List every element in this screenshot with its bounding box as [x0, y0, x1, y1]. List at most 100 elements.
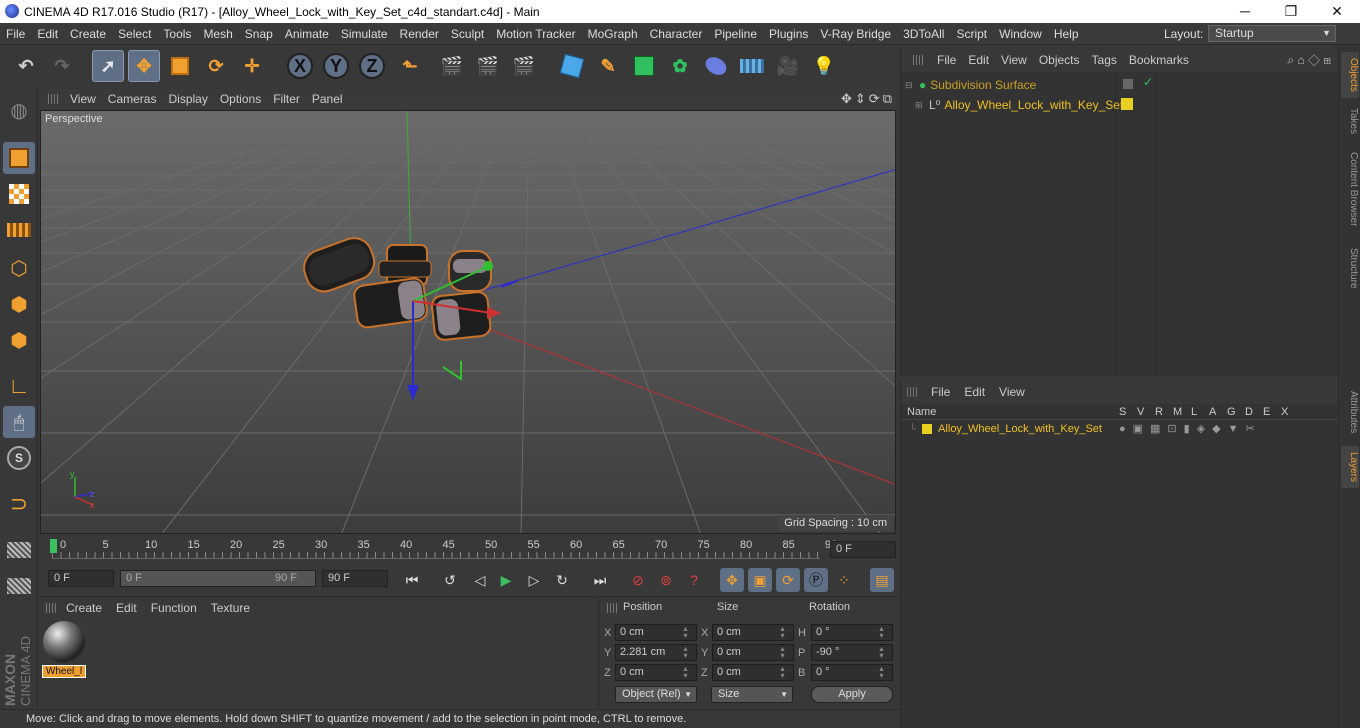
- floor-icon[interactable]: [736, 50, 768, 82]
- objects-menu-bookmarks[interactable]: Bookmarks: [1129, 53, 1189, 67]
- position-y-field[interactable]: 2.281 cm: [615, 644, 697, 661]
- visibility-dots-icon[interactable]: [1123, 79, 1133, 89]
- material-swatch[interactable]: Wheel_l: [42, 621, 86, 679]
- tab-attributes[interactable]: Attributes: [1341, 384, 1359, 440]
- cube-primitive-icon[interactable]: [556, 50, 588, 82]
- column-render[interactable]: R: [1155, 406, 1163, 418]
- menu-motion-tracker[interactable]: Motion Tracker: [490, 27, 581, 41]
- pen-spline-icon[interactable]: ✎: [592, 50, 624, 82]
- tab-takes[interactable]: Takes: [1341, 104, 1359, 138]
- size-z-field[interactable]: 0 cm: [712, 664, 794, 681]
- apply-button[interactable]: Apply: [811, 686, 893, 703]
- layers-menu-view[interactable]: View: [999, 385, 1025, 399]
- snap-magnet-icon[interactable]: ⊃: [3, 488, 35, 520]
- go-to-start-icon[interactable]: ⏮: [400, 568, 424, 592]
- layers-menu-edit[interactable]: Edit: [964, 385, 985, 399]
- perspective-viewport[interactable]: Perspective y z x Grid Spacing : 10 cm: [40, 110, 896, 534]
- play-forward-icon[interactable]: ▶: [494, 568, 518, 592]
- material-menu-edit[interactable]: Edit: [116, 601, 137, 615]
- layers-menu-file[interactable]: File: [931, 385, 950, 399]
- column-solo[interactable]: S: [1119, 406, 1126, 418]
- object-row-subdivision-surface[interactable]: ⊟ ● Subdivision Surface: [905, 76, 1036, 94]
- x-axis-lock-button[interactable]: X: [284, 50, 316, 82]
- start-frame-field[interactable]: 0 F: [48, 570, 114, 587]
- column-animation[interactable]: A: [1209, 406, 1216, 418]
- minimize-button[interactable]: ─: [1222, 0, 1268, 23]
- material-menu-create[interactable]: Create: [66, 601, 102, 615]
- search-icon[interactable]: ⌕ ⌂ ◇ ⊞: [1287, 53, 1331, 68]
- objects-menu-tags[interactable]: Tags: [1092, 53, 1117, 67]
- menu-tools[interactable]: Tools: [157, 27, 197, 41]
- layer-color-tag[interactable]: [1121, 98, 1133, 110]
- y-axis-lock-button[interactable]: Y: [320, 50, 352, 82]
- menu-snap[interactable]: Snap: [239, 27, 279, 41]
- menu-sculpt[interactable]: Sculpt: [445, 27, 490, 41]
- coordinate-mode-dropdown[interactable]: Object (Rel) ▼: [615, 686, 697, 703]
- timeline-ruler[interactable]: 051015202530354045505560657075808590 0 F: [40, 535, 898, 563]
- cloner-icon[interactable]: ✿: [664, 50, 696, 82]
- objects-menu-file[interactable]: File: [937, 53, 956, 67]
- layer-flag-icons[interactable]: ●▣▦⊡▮◈◆▼✂: [1119, 422, 1262, 435]
- rotation-p-field[interactable]: -90 °: [811, 644, 893, 661]
- light-icon[interactable]: 💡: [808, 50, 840, 82]
- viewport-pan-icon[interactable]: ✥: [841, 91, 852, 107]
- menu-3dtoall[interactable]: 3DToAll: [897, 27, 950, 41]
- record-point-level-icon[interactable]: ⁘: [832, 568, 856, 592]
- enabled-check-icon[interactable]: ✓: [1143, 75, 1153, 89]
- column-name[interactable]: Name: [907, 406, 936, 418]
- rotate-tool-icon[interactable]: ⟳: [200, 50, 232, 82]
- size-x-field[interactable]: 0 cm: [712, 624, 794, 641]
- tab-structure[interactable]: Structure: [1341, 242, 1359, 294]
- menu-window[interactable]: Window: [993, 27, 1048, 41]
- viewport-menu-panel[interactable]: Panel: [312, 92, 343, 106]
- menu-edit[interactable]: Edit: [31, 27, 64, 41]
- scale-tool-icon[interactable]: [164, 50, 196, 82]
- current-frame-field[interactable]: 0 F: [830, 541, 896, 558]
- size-y-field[interactable]: 0 cm: [712, 644, 794, 661]
- render-picture-viewer-icon[interactable]: 🎬: [472, 50, 504, 82]
- timeline-playhead[interactable]: [50, 539, 57, 553]
- timeline-window-icon[interactable]: ▤: [870, 568, 894, 592]
- record-scale-icon[interactable]: ▣: [748, 568, 772, 592]
- object-row-alloy-wheel-lock[interactable]: ⊞ L⁰ Alloy_Wheel_Lock_with_Key_Set: [915, 96, 1123, 114]
- previous-key-icon[interactable]: ↺: [438, 568, 462, 592]
- column-locked[interactable]: L: [1191, 406, 1197, 418]
- record-position-icon[interactable]: ✥: [720, 568, 744, 592]
- menu-plugins[interactable]: Plugins: [763, 27, 814, 41]
- viewport-dolly-icon[interactable]: ⇕: [855, 91, 866, 107]
- column-deformers[interactable]: D: [1245, 406, 1253, 418]
- tab-layers[interactable]: Layers: [1341, 446, 1359, 488]
- menu-render[interactable]: Render: [394, 27, 445, 41]
- menu-mesh[interactable]: Mesh: [197, 27, 238, 41]
- z-axis-lock-button[interactable]: Z: [356, 50, 388, 82]
- menu-select[interactable]: Select: [112, 27, 157, 41]
- layer-color-swatch[interactable]: [922, 424, 933, 434]
- subdivision-surface-icon[interactable]: [628, 50, 660, 82]
- material-menu-texture[interactable]: Texture: [211, 601, 250, 615]
- transform-tool-icon[interactable]: ✛: [236, 50, 268, 82]
- record-parameter-icon[interactable]: Ⓟ: [804, 568, 828, 592]
- menu-help[interactable]: Help: [1048, 27, 1085, 41]
- objects-menu-objects[interactable]: Objects: [1039, 53, 1080, 67]
- objects-menu-edit[interactable]: Edit: [968, 53, 989, 67]
- make-editable-icon[interactable]: ◍: [3, 94, 35, 126]
- menu-animate[interactable]: Animate: [279, 27, 335, 41]
- position-z-field[interactable]: 0 cm: [615, 664, 697, 681]
- menu-create[interactable]: Create: [64, 27, 112, 41]
- column-manager[interactable]: M: [1173, 406, 1182, 418]
- next-key-icon[interactable]: ↻: [550, 568, 574, 592]
- axis-mode-icon[interactable]: ∟: [3, 370, 35, 402]
- viewport-orbit-icon[interactable]: ⟳: [869, 91, 880, 107]
- tab-content-browser[interactable]: Content Browser: [1341, 146, 1359, 232]
- collapse-icon[interactable]: ⊟: [905, 80, 915, 91]
- polygons-mode-icon[interactable]: ⬢: [3, 324, 35, 356]
- previous-frame-icon[interactable]: ◁: [468, 568, 492, 592]
- keyframe-selection-icon[interactable]: ?: [682, 568, 706, 592]
- go-to-end-icon[interactable]: ⏭: [588, 568, 612, 592]
- move-tool-icon[interactable]: ✥: [128, 50, 160, 82]
- redo-icon[interactable]: ↷: [46, 50, 78, 82]
- viewport-menu-filter[interactable]: Filter: [273, 92, 300, 106]
- planar-workplane-icon[interactable]: [3, 570, 35, 602]
- camera-icon[interactable]: 🎥: [772, 50, 804, 82]
- layer-row[interactable]: └ Alloy_Wheel_Lock_with_Key_Set ●▣▦⊡▮◈◆▼…: [901, 420, 1339, 438]
